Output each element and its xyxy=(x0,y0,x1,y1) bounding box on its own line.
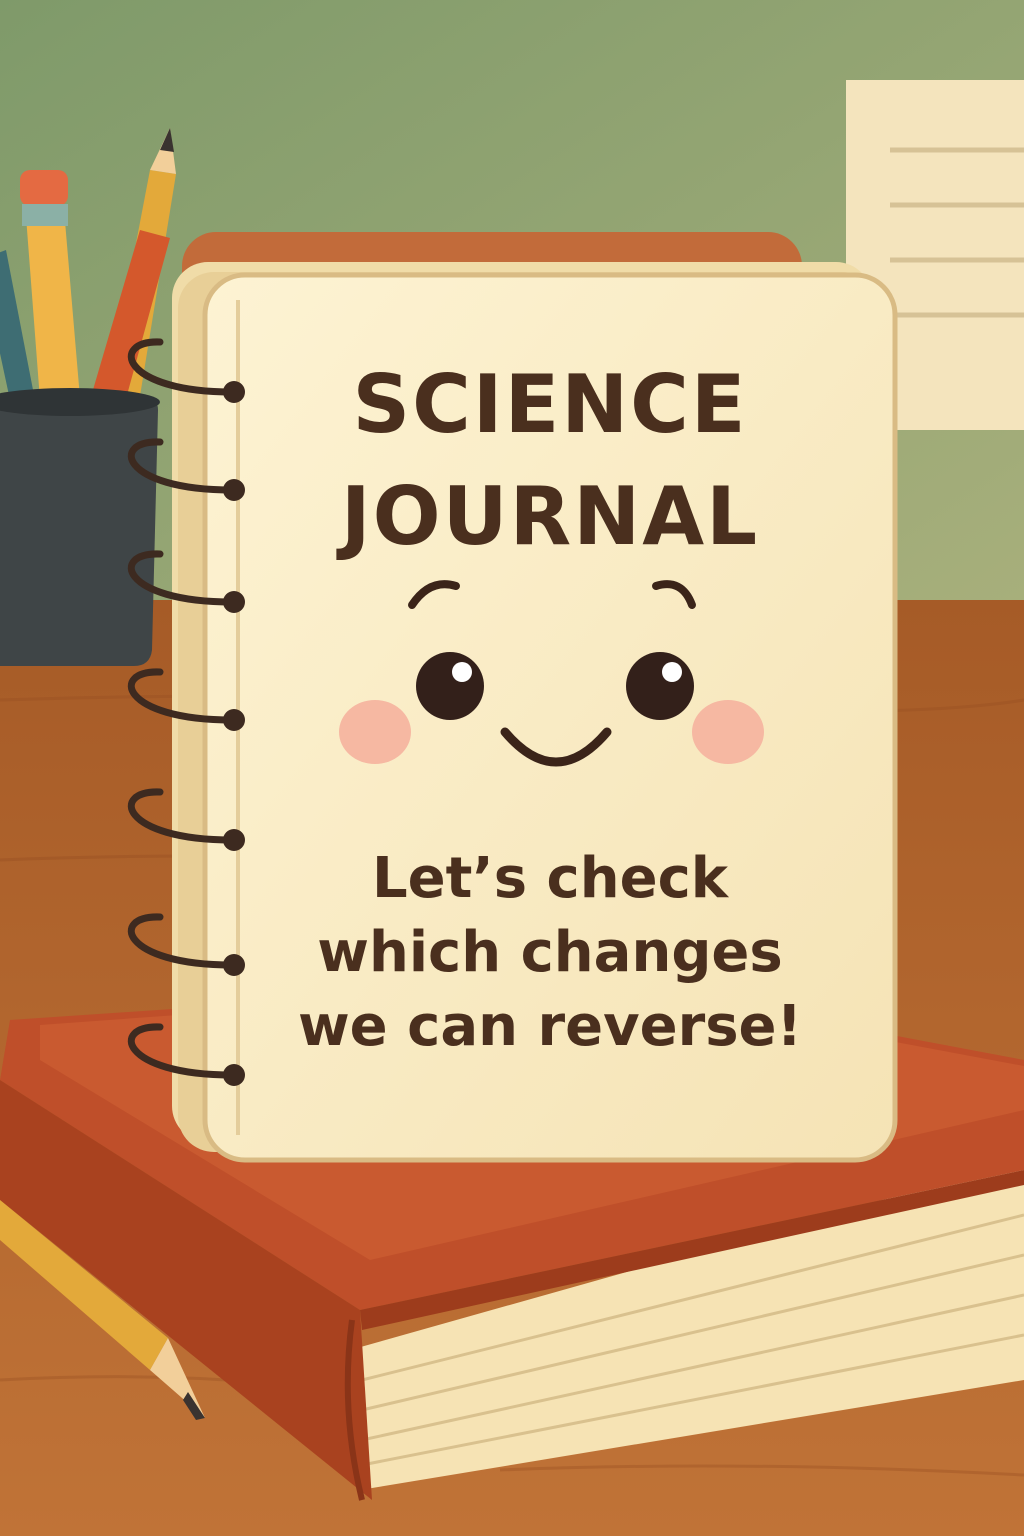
message-line-2: which changes xyxy=(317,920,783,985)
journal-title-line-1: SCIENCE xyxy=(352,358,748,451)
illustration-scene: SCIENCE JOURNAL Let’s check which change… xyxy=(0,0,1024,1536)
message-line-1: Let’s check xyxy=(371,846,728,911)
scene-artwork xyxy=(0,0,1024,1536)
journal-title-line-2: JOURNAL xyxy=(340,470,760,563)
journal-message: Let’s check which changes we can reverse… xyxy=(250,842,850,1064)
message-line-3: we can reverse! xyxy=(297,994,803,1059)
